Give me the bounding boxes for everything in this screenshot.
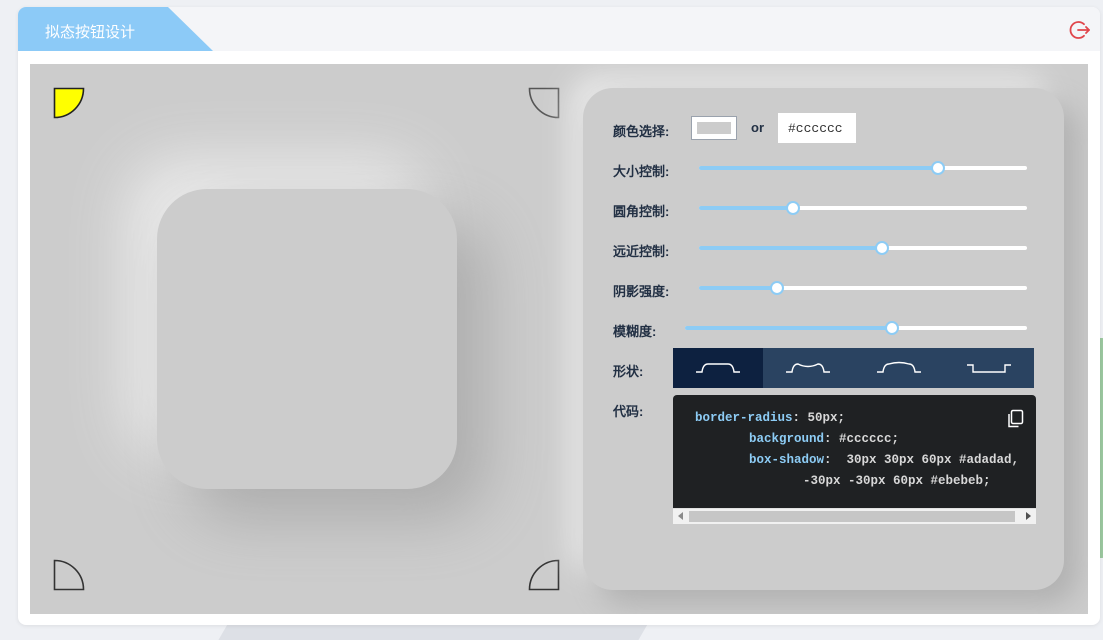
color-swatch-preview xyxy=(697,122,731,134)
code-value: 30px 30px 60px #adadad, xyxy=(846,453,1020,467)
copy-icon[interactable] xyxy=(1006,409,1024,429)
corner-top-left[interactable] xyxy=(53,87,85,119)
hex-color-input[interactable] xyxy=(778,113,856,143)
color-picker[interactable] xyxy=(691,116,737,140)
code-block[interactable]: border-radius: 50px; background: #cccccc… xyxy=(673,395,1036,523)
corner-bottom-left[interactable] xyxy=(53,559,85,591)
distance-label: 远近控制: xyxy=(613,244,670,259)
code-key: border-radius xyxy=(695,411,793,425)
distance-slider[interactable] xyxy=(699,240,1027,256)
shape-label: 形状: xyxy=(613,364,644,379)
code-value: #cccccc; xyxy=(839,432,900,446)
shape-concave[interactable] xyxy=(763,348,854,388)
preview-canvas: 颜色选择: or 大小控制: 圆角控制: 远近控制: 阴影强度: 模糊度: xyxy=(30,64,1088,614)
shape-flat-icon xyxy=(696,363,741,373)
app-window: 拟态按钮设计 颜色选择: or #cccccc 大小控制: 圆角控制: 远近控制… xyxy=(18,7,1100,625)
control-panel: 颜色选择: or 大小控制: 圆角控制: 远近控制: 阴影强度: 模糊度: xyxy=(583,88,1064,590)
or-label: or xyxy=(751,120,764,135)
slider-thumb[interactable] xyxy=(884,321,899,335)
slider-thumb[interactable] xyxy=(875,241,890,255)
shape-flat[interactable] xyxy=(673,348,764,388)
radius-slider[interactable] xyxy=(699,200,1027,216)
shape-selector xyxy=(673,348,1034,388)
size-slider[interactable] xyxy=(699,160,1027,176)
exit-icon[interactable] xyxy=(1069,19,1091,41)
window-title: 拟态按钮设计 xyxy=(45,24,136,41)
intensity-slider[interactable] xyxy=(699,280,1027,296)
code-label: 代码: xyxy=(613,404,644,419)
slider-thumb[interactable] xyxy=(930,161,945,175)
code-value: -30px -30px 60px #ebebeb; xyxy=(803,474,991,488)
code-scrollbar[interactable] xyxy=(673,508,1036,524)
code-key: box-shadow xyxy=(749,453,825,467)
radius-label: 圆角控制: xyxy=(613,204,670,219)
neumorphic-preview xyxy=(157,189,457,489)
code-value: 50px; xyxy=(807,411,846,425)
scroll-left-icon[interactable] xyxy=(678,512,683,520)
intensity-label: 阴影强度: xyxy=(613,284,670,299)
shape-pressed-icon xyxy=(966,364,1011,373)
size-label: 大小控制: xyxy=(613,164,670,179)
shape-concave-icon xyxy=(786,363,831,373)
title-bar: 拟态按钮设计 xyxy=(18,7,1100,51)
scrollbar-thumb[interactable] xyxy=(689,511,1015,522)
corner-top-right[interactable] xyxy=(528,87,560,119)
blur-slider[interactable] xyxy=(685,320,1027,336)
code-key: background xyxy=(749,432,825,446)
blur-label: 模糊度: xyxy=(613,324,657,339)
shape-pressed[interactable] xyxy=(943,348,1034,388)
scroll-right-icon[interactable] xyxy=(1026,512,1031,520)
shape-convex[interactable] xyxy=(853,348,944,388)
slider-thumb[interactable] xyxy=(770,281,785,295)
slider-thumb[interactable] xyxy=(786,201,801,215)
shape-convex-icon xyxy=(876,361,921,373)
color-label: 颜色选择: xyxy=(613,124,670,139)
corner-bottom-right[interactable] xyxy=(528,559,560,591)
